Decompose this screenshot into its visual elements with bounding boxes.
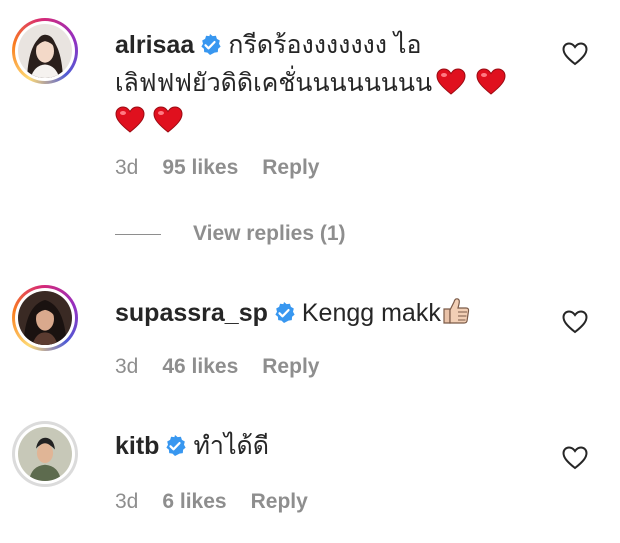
- verified-badge-icon: [163, 434, 187, 458]
- timestamp[interactable]: 3d: [115, 156, 138, 179]
- avatar: [18, 291, 72, 345]
- comment-text: alrisaa กรีดร้องงงงงงง ไอ เลิฟฟฟยัวดิดิเค…: [115, 26, 506, 140]
- likes-count[interactable]: 6 likes: [162, 490, 226, 513]
- avatar: [18, 24, 72, 78]
- like-heart-icon[interactable]: [562, 42, 588, 66]
- reply-button[interactable]: Reply: [262, 355, 319, 378]
- likes-count[interactable]: 95 likes: [162, 156, 238, 179]
- reply-button[interactable]: Reply: [262, 156, 319, 179]
- comment-text: kitb ทำได้ดี: [115, 427, 269, 465]
- comment-body-line2: เลิฟฟฟยัวดิดิเคชั่นนนนนนนน: [115, 69, 433, 97]
- comment-text: supassra_sp Kengg makk: [115, 294, 471, 332]
- username[interactable]: alrisaa: [115, 31, 194, 59]
- likes-count[interactable]: 46 likes: [162, 355, 238, 378]
- comment-body: Kengg makk: [301, 299, 441, 327]
- thumbs-up-emoji-icon: [441, 296, 471, 326]
- avatar-story-ring[interactable]: [12, 285, 78, 351]
- timestamp[interactable]: 3d: [115, 355, 138, 378]
- view-replies-button[interactable]: View replies (1): [115, 222, 346, 246]
- timestamp[interactable]: 3d: [115, 490, 138, 513]
- avatar-story-ring[interactable]: [12, 18, 78, 84]
- reply-button[interactable]: Reply: [251, 490, 308, 513]
- verified-badge-icon: [198, 33, 222, 57]
- comment-meta: 3d 95 likes Reply: [115, 156, 343, 180]
- red-heart-emoji-icon: [115, 106, 145, 134]
- avatar: [18, 427, 72, 481]
- red-heart-emoji-icon: [153, 106, 183, 134]
- comment-meta: 3d 46 likes Reply: [115, 355, 343, 379]
- view-replies-label: View replies (1): [193, 222, 346, 245]
- comment-meta: 3d 6 likes Reply: [115, 490, 332, 514]
- verified-badge-icon: [272, 301, 296, 325]
- red-heart-emoji-icon: [476, 68, 506, 96]
- avatar-ring[interactable]: [12, 421, 78, 487]
- username[interactable]: kitb: [115, 432, 159, 460]
- like-heart-icon[interactable]: [562, 446, 588, 470]
- comment-body: ทำได้ดี: [193, 432, 270, 460]
- divider-line: [115, 233, 161, 235]
- red-heart-emoji-icon: [436, 68, 466, 96]
- comment-body-line1: กรีดร้องงงงงงง ไอ: [228, 31, 422, 59]
- like-heart-icon[interactable]: [562, 310, 588, 334]
- username[interactable]: supassra_sp: [115, 299, 268, 327]
